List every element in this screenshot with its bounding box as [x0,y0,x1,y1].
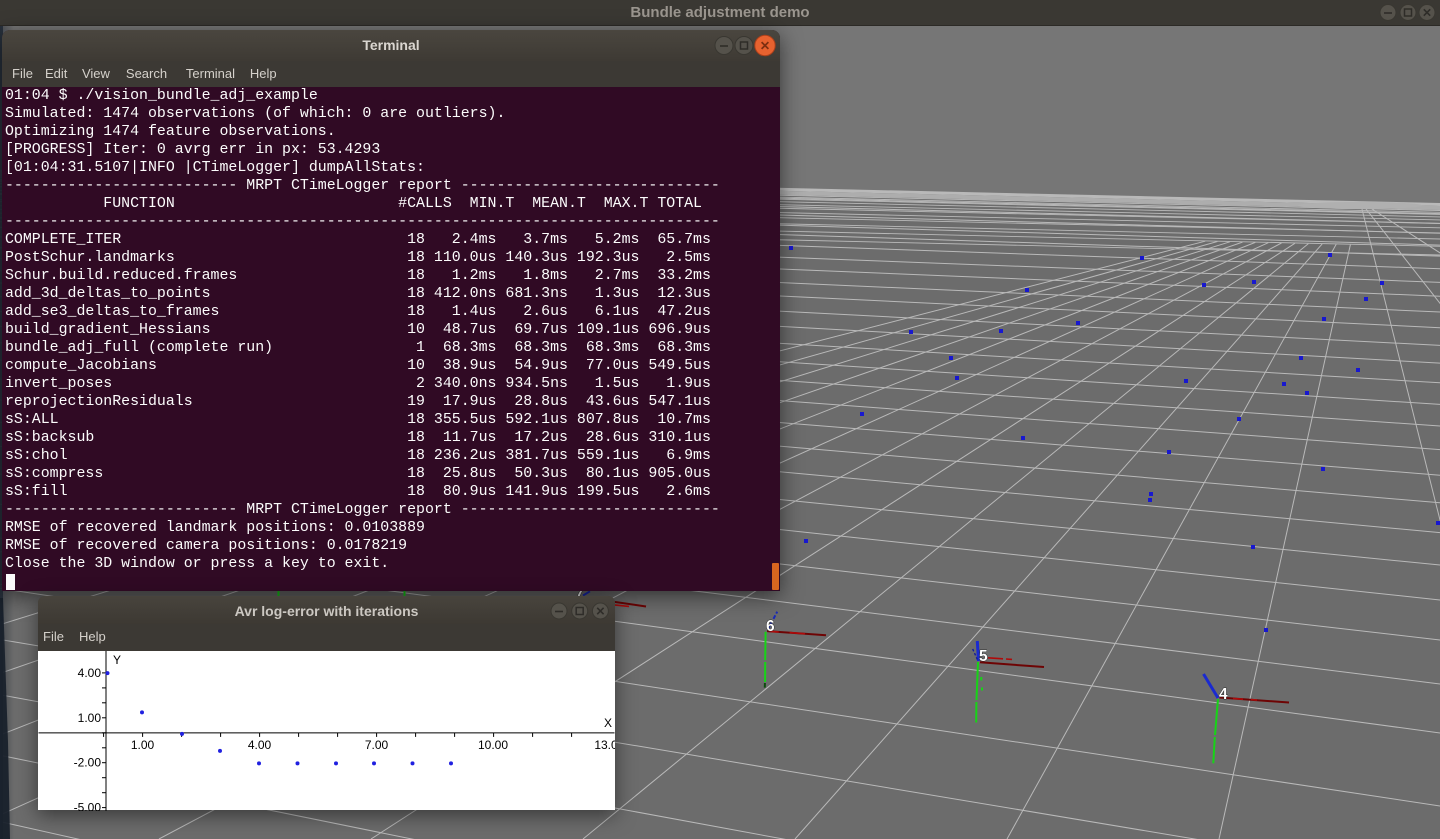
svg-text:4.00: 4.00 [78,665,102,679]
svg-text:4.00: 4.00 [248,737,272,751]
svg-text:6: 6 [766,618,775,635]
svg-text:1.00: 1.00 [78,710,102,724]
svg-text:-5.00: -5.00 [74,800,102,810]
svg-text:4: 4 [1219,686,1228,703]
svg-text:-2.00: -2.00 [74,755,102,769]
svg-text:X: X [604,715,612,729]
svg-text:5: 5 [979,648,988,665]
svg-text:7.00: 7.00 [365,737,389,751]
svg-text:10.00: 10.00 [478,737,508,751]
svg-text:13.0: 13.0 [594,737,615,751]
svg-text:1.00: 1.00 [131,737,155,751]
svg-text:Y: Y [113,653,121,667]
